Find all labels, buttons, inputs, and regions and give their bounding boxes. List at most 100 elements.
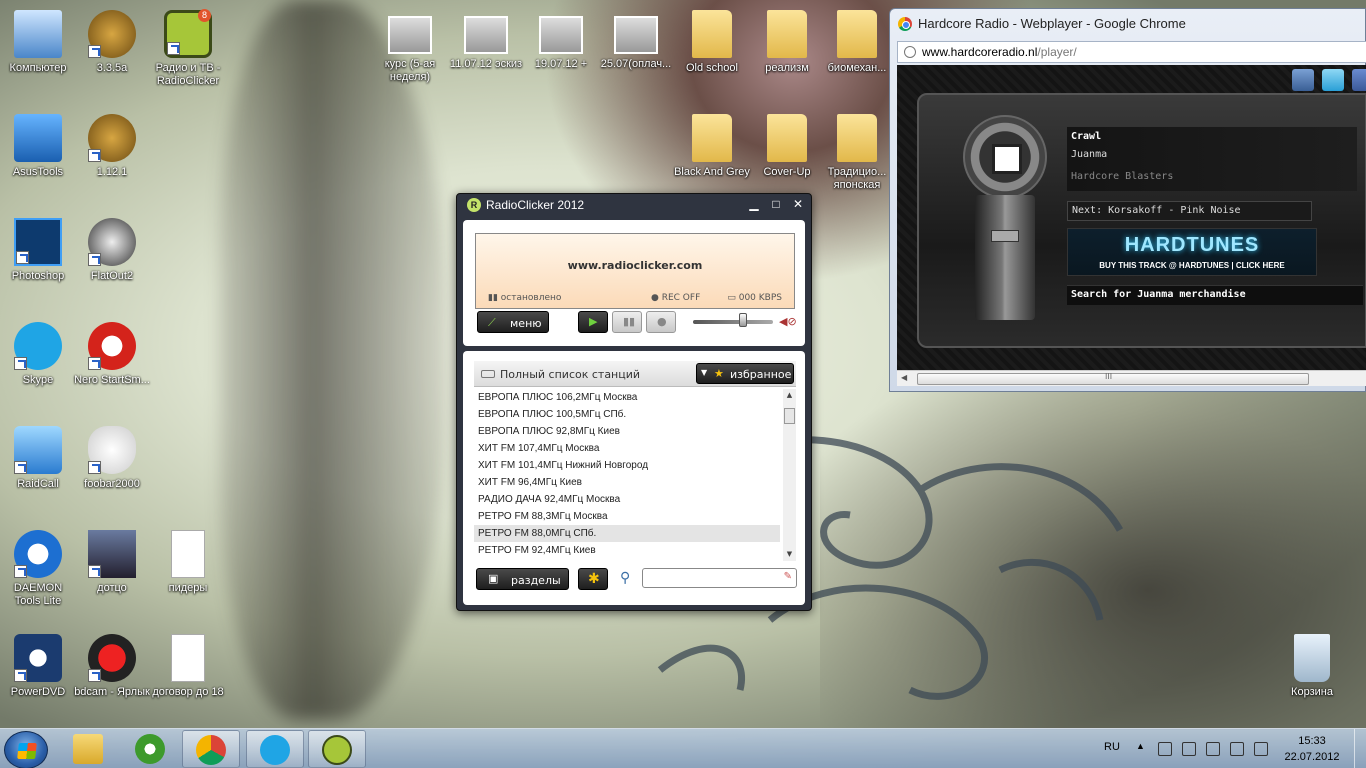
station-item[interactable]: РЕТРО FM 88,0МГц СПб.: [474, 525, 780, 542]
clear-icon[interactable]: ✎: [784, 571, 792, 582]
desktop-icon-label: дотцо: [97, 582, 127, 594]
sections-button[interactable]: ▣ разделы: [476, 568, 569, 590]
facebook-icon[interactable]: [1352, 69, 1366, 91]
station-item[interactable]: РАДИО ДАЧА 92,4МГц Москва: [474, 491, 780, 508]
station-list-scrollbar[interactable]: ▲ ▼: [783, 389, 796, 561]
scroll-left-icon[interactable]: ◀: [901, 373, 907, 382]
desktop-icon-label: 1.12.1: [96, 166, 128, 178]
radioclicker-window[interactable]: R RadioClicker 2012 ▁ □ ✕ www.radioclick…: [456, 193, 812, 611]
horizontal-scrollbar[interactable]: ◀ III: [897, 370, 1366, 386]
desktop-icon[interactable]: Компьютер: [0, 10, 76, 75]
volume-tube-handle[interactable]: [991, 230, 1019, 242]
image-file-icon: [388, 16, 432, 54]
network-status-icon[interactable]: [1182, 742, 1196, 756]
taskbar-utorrent[interactable]: [122, 730, 180, 768]
track-artist: Juanma: [1071, 149, 1108, 160]
maximize-button[interactable]: □: [769, 196, 783, 212]
desktop-icon[interactable]: договор до 18: [150, 634, 226, 699]
desktop-icon[interactable]: 11.07.12 эскиз: [448, 10, 524, 71]
desktop-icon[interactable]: AsusTools: [0, 114, 76, 179]
desktop-icon[interactable]: Old school: [674, 10, 750, 75]
add-favorite-button[interactable]: ✱: [578, 568, 608, 590]
desktop-icon[interactable]: DAEMON Tools Lite: [0, 530, 76, 608]
hardtunes-banner[interactable]: HARDTUNES BUY THIS TRACK @ HARDTUNES | C…: [1067, 228, 1317, 276]
recycle-bin-icon: [1294, 634, 1330, 682]
menu-button[interactable]: ⟋ меню: [477, 311, 549, 333]
volume-tube[interactable]: [975, 195, 1035, 320]
station-item[interactable]: ЕВРОПА ПЛЮС 100,5МГц СПб.: [474, 406, 780, 423]
horizontal-scrollbar-thumb[interactable]: [917, 373, 1309, 385]
minimize-button[interactable]: ▁: [747, 196, 761, 212]
desktop-icon[interactable]: foobar2000: [74, 426, 150, 491]
address-url[interactable]: www.hardcoreradio.nl/player/: [922, 45, 1077, 59]
station-item[interactable]: РЕТРО FM 92,4МГц Киев: [474, 542, 780, 559]
menu-button-label: меню: [510, 317, 542, 330]
start-button[interactable]: [4, 731, 48, 768]
desktop-icon[interactable]: Photoshop: [0, 218, 76, 283]
show-hidden-icons-icon[interactable]: ▲: [1136, 741, 1145, 751]
merch-link[interactable]: Search for Juanma merchandise: [1067, 285, 1363, 305]
desktop-icon[interactable]: реализм: [749, 10, 825, 75]
network-icon[interactable]: [1158, 742, 1172, 756]
language-indicator[interactable]: RU: [1104, 741, 1120, 753]
station-item[interactable]: ЕВРОПА ПЛЮС 92,8МГц Киев: [474, 423, 780, 440]
stop-button[interactable]: [963, 115, 1047, 199]
desktop-icon[interactable]: курс (5-ая неделя): [372, 10, 448, 84]
desktop-icon[interactable]: Традицио... японская: [819, 114, 895, 192]
favorites-button[interactable]: ▼ ★ избранное: [696, 363, 794, 384]
twitter-icon[interactable]: [1322, 69, 1344, 91]
station-item[interactable]: ХИТ FM 107,4МГц Москва: [474, 440, 780, 457]
desktop-icon[interactable]: 1.12.1: [74, 114, 150, 179]
desktop-icon[interactable]: 8 Радио и ТВ - RadioClicker: [150, 9, 226, 88]
folder-icon: [692, 114, 732, 162]
station-search-input[interactable]: ✎: [642, 568, 797, 588]
volume-icon[interactable]: [1254, 742, 1268, 756]
desktop-icon[interactable]: Skype: [0, 322, 76, 387]
desktop-icon[interactable]: Nero StartSm...: [74, 322, 150, 387]
station-item[interactable]: РЕТРО FM 88,3МГц Москва: [474, 508, 780, 525]
desktop-icon[interactable]: RaidCall: [0, 426, 76, 491]
desktop-icon[interactable]: дотцо: [74, 530, 150, 595]
desktop-icon[interactable]: bdcam - Ярлык: [74, 634, 150, 699]
display-url[interactable]: www.radioclicker.com: [476, 259, 794, 272]
station-list-header[interactable]: Полный список станций ▼ ★ избранное: [474, 361, 796, 387]
desktop-icon[interactable]: Black And Grey: [674, 114, 750, 179]
desktop-icon[interactable]: PowerDVD: [0, 634, 76, 699]
volume-slider[interactable]: [693, 320, 773, 324]
close-button[interactable]: ✕: [791, 196, 805, 212]
radioclicker-titlebar[interactable]: R RadioClicker 2012 ▁ □ ✕: [457, 194, 811, 216]
station-item[interactable]: ЕВРОПА ПЛЮС 106,2МГц Москва: [474, 389, 780, 406]
battery-icon[interactable]: [1206, 742, 1220, 756]
volume-slider-knob[interactable]: [738, 313, 747, 327]
asterisk-icon: ✱: [588, 571, 600, 587]
station-item[interactable]: ХИТ FM 101,4МГц Нижний Новгород: [474, 457, 780, 474]
device-icon[interactable]: [1230, 742, 1244, 756]
address-bar[interactable]: www.hardcoreradio.nl/player/: [897, 41, 1366, 63]
play-button[interactable]: ▶: [578, 311, 608, 333]
scroll-up-icon[interactable]: ▲: [783, 389, 796, 402]
myspace-icon[interactable]: [1292, 69, 1314, 91]
desktop-icon[interactable]: 25.07(оплач...: [598, 10, 674, 71]
taskbar-explorer[interactable]: [60, 730, 118, 768]
scrollbar-thumb[interactable]: [784, 408, 795, 424]
taskbar-radioclicker[interactable]: [308, 730, 366, 768]
pause-button[interactable]: ▮▮: [612, 311, 642, 333]
desktop-icon[interactable]: 19.07.12 +: [523, 10, 599, 71]
clock[interactable]: 15:33 22.07.2012: [1276, 733, 1348, 765]
show-desktop-button[interactable]: [1354, 729, 1366, 768]
desktop-icon[interactable]: пидеры: [150, 530, 226, 595]
scroll-down-icon[interactable]: ▼: [783, 548, 796, 561]
taskbar-chrome[interactable]: [182, 730, 240, 768]
speaker-mute-icon[interactable]: ◀⊘: [779, 315, 797, 328]
desktop-icon[interactable]: Cover-Up: [749, 114, 825, 179]
desktop-icon[interactable]: биомехан...: [819, 10, 895, 75]
desktop-icon[interactable]: FlatOut2: [74, 218, 150, 283]
desktop-icon[interactable]: 3.3.5a: [74, 10, 150, 75]
record-button[interactable]: ●: [646, 311, 676, 333]
desktop-icon-label: FlatOut2: [90, 270, 134, 282]
desktop-icon[interactable]: Корзина: [1274, 634, 1350, 699]
taskbar-skype[interactable]: [246, 730, 304, 768]
station-item[interactable]: ХИТ FM 96,4МГц Киев: [474, 474, 780, 491]
station-list[interactable]: ЕВРОПА ПЛЮС 106,2МГц Москва ЕВРОПА ПЛЮС 1…: [474, 389, 780, 561]
chrome-window[interactable]: Hardcore Radio - Webplayer - Google Chro…: [889, 8, 1366, 392]
